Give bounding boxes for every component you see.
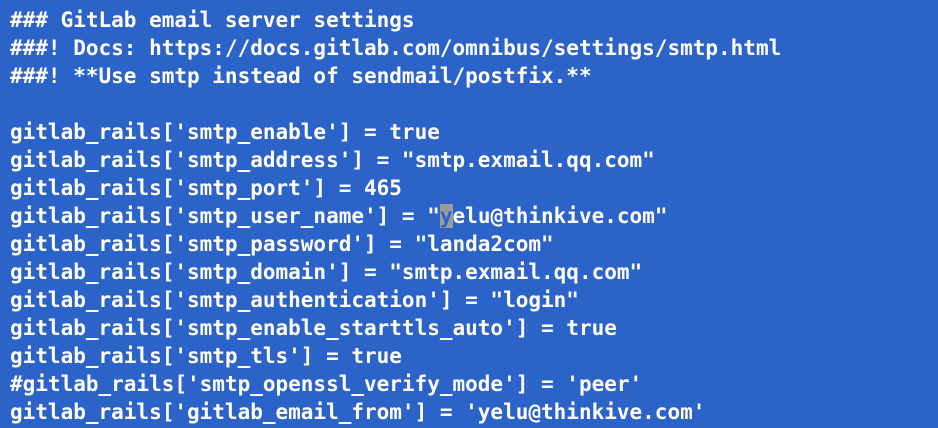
code-line-smtp-starttls: gitlab_rails['smtp_enable_starttls_auto'… xyxy=(10,316,617,340)
code-line-smtp-port: gitlab_rails['smtp_port'] = 465 xyxy=(10,176,402,200)
terminal-editor[interactable]: ### GitLab email server settings ###! Do… xyxy=(0,0,938,428)
code-line-smtp-enable: gitlab_rails['smtp_enable'] = true xyxy=(10,120,440,144)
code-line-smtp-password: gitlab_rails['smtp_password'] = "landa2c… xyxy=(10,232,554,256)
code-line-smtp-authentication: gitlab_rails['smtp_authentication'] = "l… xyxy=(10,288,579,312)
code-line-smtp-address: gitlab_rails['smtp_address'] = "smtp.exm… xyxy=(10,148,655,172)
code-line-smtp-user-name: gitlab_rails['smtp_user_name'] = "yelu@t… xyxy=(10,202,938,230)
code-text-before-cursor: gitlab_rails['smtp_user_name'] = " xyxy=(10,204,440,228)
code-line-comment-docs: ###! Docs: https://docs.gitlab.com/omnib… xyxy=(10,36,782,60)
code-line-smtp-openssl-verify: #gitlab_rails['smtp_openssl_verify_mode'… xyxy=(10,372,643,396)
code-line-smtp-tls: gitlab_rails['smtp_tls'] = true xyxy=(10,344,402,368)
code-text-after-cursor: elu@thinkive.com" xyxy=(452,204,668,228)
code-line-gitlab-email-from: gitlab_rails['gitlab_email_from'] = 'yel… xyxy=(10,400,706,424)
code-line-smtp-domain: gitlab_rails['smtp_domain'] = "smtp.exma… xyxy=(10,260,643,284)
code-line-comment-title: ### GitLab email server settings xyxy=(10,8,415,32)
code-line-comment-note: ###! **Use smtp instead of sendmail/post… xyxy=(10,64,592,88)
text-cursor[interactable]: y xyxy=(439,204,453,228)
